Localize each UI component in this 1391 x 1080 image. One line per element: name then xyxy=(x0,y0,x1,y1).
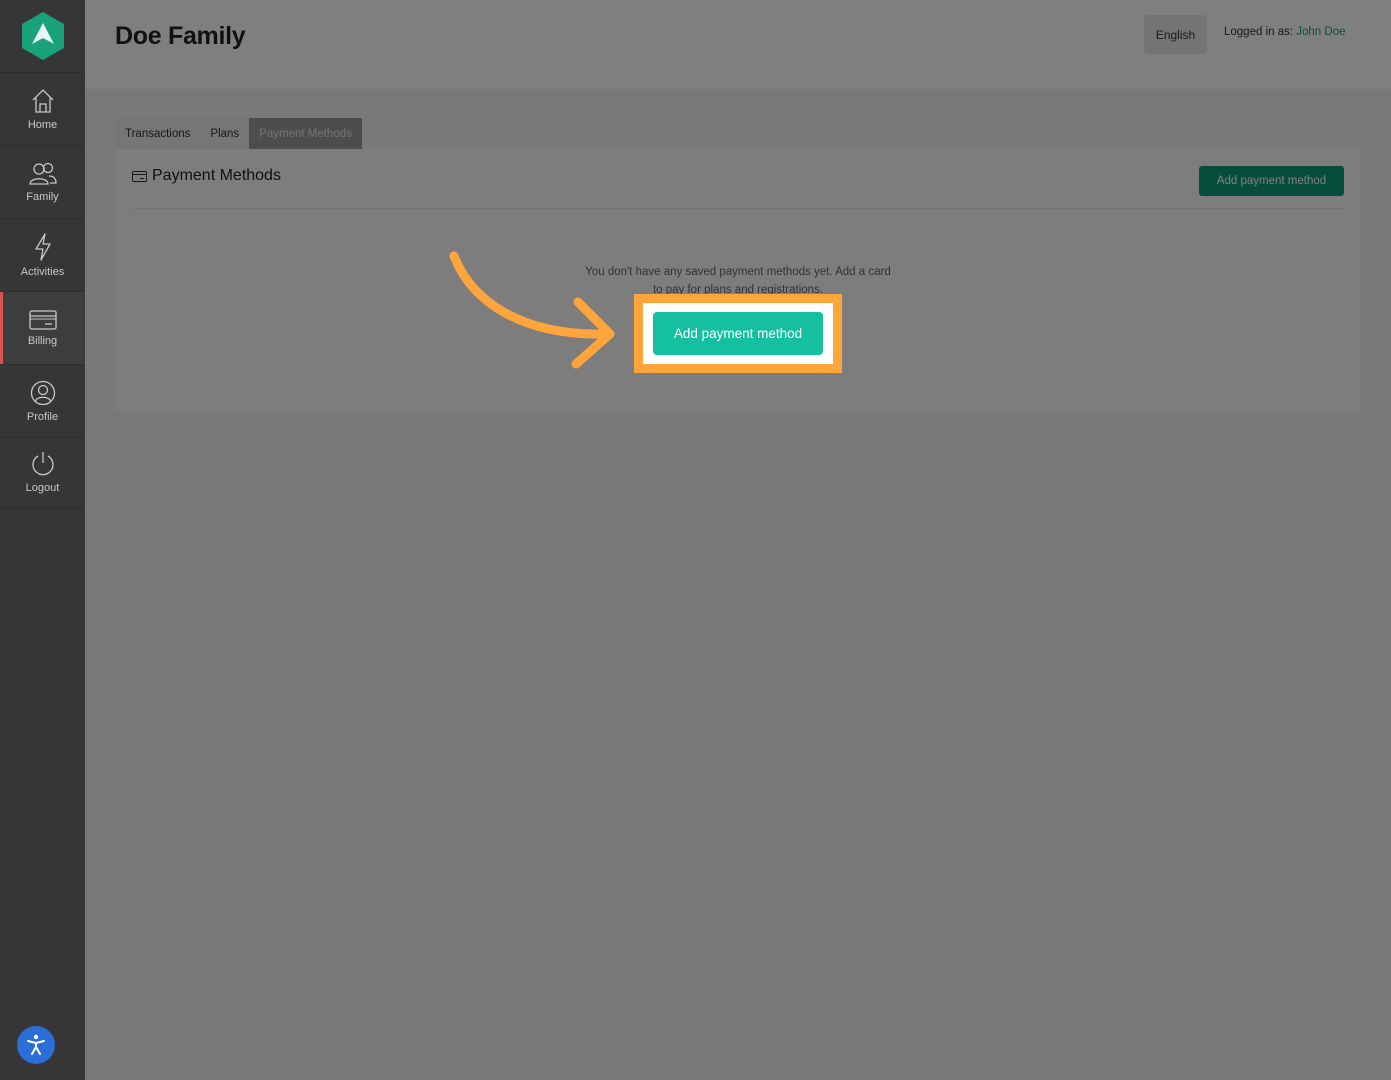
home-icon xyxy=(32,88,53,113)
add-payment-method-cta-button[interactable]: Add payment method xyxy=(653,312,823,355)
app-logo[interactable] xyxy=(0,0,85,73)
sidebar-item-profile[interactable]: Profile xyxy=(0,365,85,438)
dim-overlay xyxy=(85,0,1391,1080)
power-icon xyxy=(31,452,54,476)
activities-icon xyxy=(34,232,51,261)
logo-icon xyxy=(21,12,64,60)
pointer-arrow-icon xyxy=(449,251,615,369)
sidebar-item-label: Activities xyxy=(20,265,65,278)
sidebar-item-label: Family xyxy=(26,190,59,203)
sidebar-item-billing[interactable]: Billing xyxy=(0,292,85,365)
sidebar-item-label: Billing xyxy=(27,334,58,347)
profile-icon xyxy=(30,380,55,405)
sidebar-item-family[interactable]: Family xyxy=(0,146,85,219)
accessibility-button[interactable] xyxy=(17,1026,55,1064)
sidebar: Home Family Activities Billing Profile L… xyxy=(0,0,85,1080)
sidebar-item-label: Logout xyxy=(25,482,60,494)
sidebar-item-home[interactable]: Home xyxy=(0,73,85,146)
accessibility-icon xyxy=(27,1034,45,1055)
family-icon xyxy=(28,162,57,185)
billing-icon xyxy=(28,309,57,330)
sidebar-item-label: Home xyxy=(27,118,58,131)
sidebar-item-logout[interactable]: Logout xyxy=(0,438,85,508)
sidebar-item-activities[interactable]: Activities xyxy=(0,219,85,292)
sidebar-item-label: Profile xyxy=(26,410,59,423)
